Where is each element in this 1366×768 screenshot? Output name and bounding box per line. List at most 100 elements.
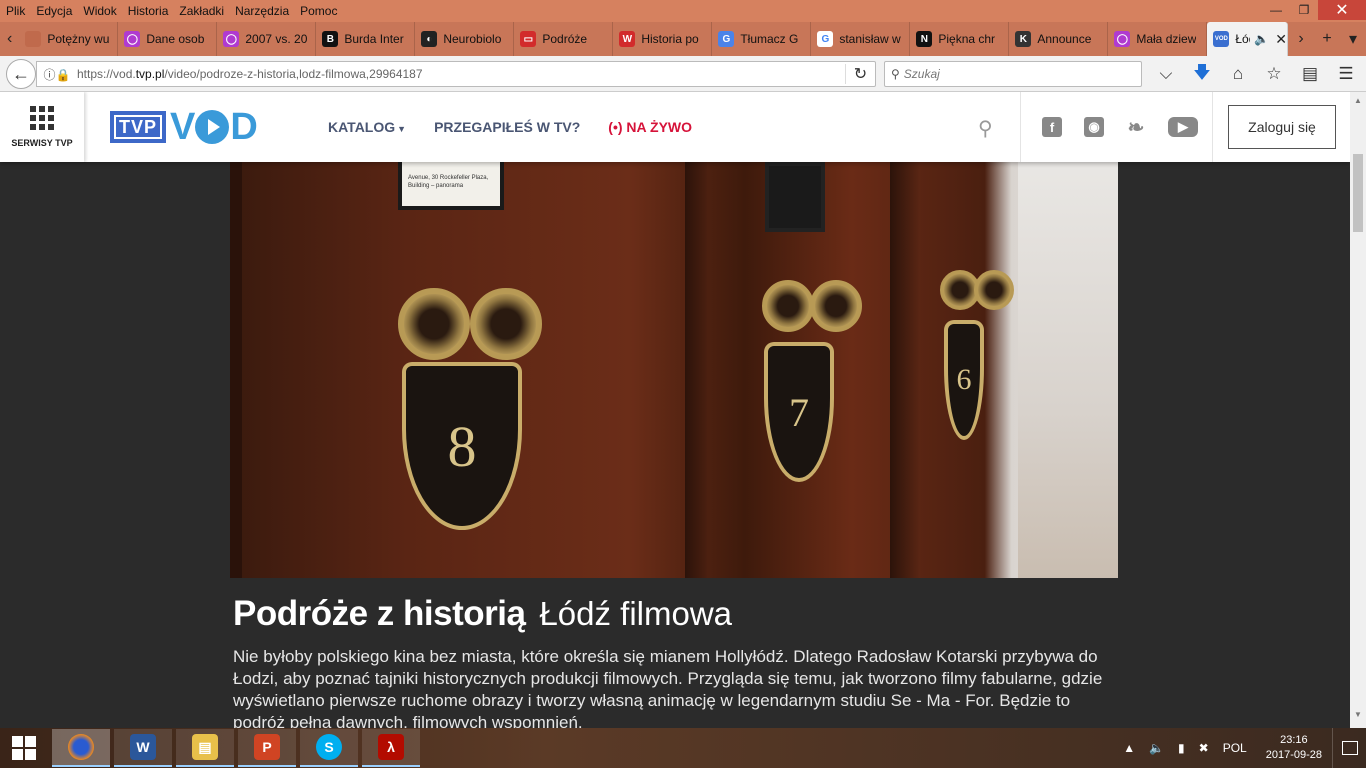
url-bar[interactable]: ⓘ🔒 https://vod.tvp.pl/video/podroze-z-hi…	[36, 61, 876, 87]
close-window-icon[interactable]: ✕	[1318, 0, 1366, 20]
tab-list-dropdown-icon[interactable]: ▾	[1340, 22, 1366, 56]
tab-scroll-left-icon[interactable]: ‹	[0, 22, 19, 56]
menu-edycja[interactable]: Edycja	[30, 4, 77, 18]
tab[interactable]: N Piękna chr	[910, 22, 1010, 56]
tab-title: Piękna chr	[938, 32, 996, 46]
restore-icon[interactable]: ❐	[1290, 0, 1318, 20]
tab-scroll-right-icon[interactable]: ›	[1288, 22, 1314, 56]
hamburger-menu-icon[interactable]: ☰	[1328, 64, 1364, 84]
tab[interactable]: B Burda Inter	[316, 22, 416, 56]
twitter-icon[interactable]: ❧	[1126, 117, 1146, 139]
menu-historia[interactable]: Historia	[122, 4, 174, 18]
chevron-up-icon[interactable]: ▲	[1123, 741, 1135, 755]
home-icon[interactable]: ⌂	[1220, 64, 1256, 84]
tab-favicon-icon: ◯	[223, 31, 240, 47]
peephole-icon	[470, 288, 542, 360]
tab-favicon-icon: N	[916, 31, 933, 47]
tab-title: Łódź	[1235, 32, 1250, 46]
series-title[interactable]: Podróże z historią	[233, 594, 526, 634]
page-scrollbar[interactable]: ▲ ▼	[1350, 92, 1366, 728]
network-icon[interactable]: ✖	[1199, 741, 1209, 755]
bookmark-star-icon[interactable]: ☆	[1256, 64, 1292, 84]
pocket-icon[interactable]: ⌵	[1148, 64, 1184, 84]
site-info-icon[interactable]: ⓘ🔒	[37, 66, 77, 83]
broadcast-icon: (•)	[608, 119, 623, 135]
number-plate: 7	[764, 342, 834, 482]
close-tab-icon[interactable]: ✕	[1275, 31, 1287, 48]
menu-pomoc[interactable]: Pomoc	[294, 4, 342, 18]
reload-icon[interactable]: ↻	[845, 64, 875, 84]
youtube-icon[interactable]: ▶	[1168, 117, 1198, 137]
nav-katalog[interactable]: KATALOG ▼	[328, 119, 406, 135]
tab-favicon-icon: ▭	[520, 31, 537, 47]
taskbar-acrobat[interactable]: λ	[362, 729, 420, 767]
login-button[interactable]: Zaloguj się	[1228, 105, 1336, 149]
scroll-down-icon[interactable]: ▼	[1350, 710, 1366, 724]
nav-przegapiles[interactable]: PRZEGAPIŁEŚ W TV?	[434, 119, 580, 135]
menu-narzedzia[interactable]: Narzędzia	[229, 4, 294, 18]
tvp-vod-logo[interactable]: TVP VD	[110, 105, 258, 148]
peephole-icon	[810, 280, 862, 332]
tab-favicon-icon: K	[1015, 31, 1032, 47]
cabinet-note: Avenue, 30 Rockefeller Plaza, Building –…	[398, 162, 504, 210]
tab[interactable]: Potężny wu	[19, 22, 119, 56]
battery-icon[interactable]: ▮	[1178, 741, 1185, 755]
apps-grid-icon	[30, 106, 54, 130]
bookmarks-library-icon[interactable]: ▤	[1292, 64, 1328, 84]
clock[interactable]: 23:16 2017-09-28	[1266, 733, 1322, 763]
serwisy-tvp-button[interactable]: SERWISY TVP	[0, 92, 84, 162]
scrollbar-thumb[interactable]	[1353, 154, 1363, 232]
tab[interactable]: ◯ 2007 vs. 20	[217, 22, 317, 56]
site-search-icon[interactable]: ⚲	[978, 116, 993, 141]
tab[interactable]: K Announce	[1009, 22, 1109, 56]
facebook-icon[interactable]: f	[1042, 117, 1062, 137]
menu-widok[interactable]: Widok	[77, 4, 121, 18]
tab[interactable]: ▭ Podróże	[514, 22, 614, 56]
vod-logo-icon: VD	[170, 105, 258, 148]
tab[interactable]: ◐ Neurobiolo	[415, 22, 515, 56]
background-wall	[1018, 162, 1118, 578]
tab[interactable]: W Historia po	[613, 22, 713, 56]
tab-favicon-icon: ◯	[1114, 31, 1131, 47]
taskbar-word[interactable]: W	[114, 729, 172, 767]
taskbar-powerpoint[interactable]: P	[238, 729, 296, 767]
tvp-logo: TVP	[110, 111, 167, 143]
cabinet-divider	[890, 162, 920, 578]
back-button[interactable]: ←	[6, 59, 36, 89]
language-indicator[interactable]: POL	[1223, 741, 1247, 755]
url-text[interactable]: https://vod.tvp.pl/video/podroze-z-histo…	[77, 67, 845, 81]
tab[interactable]: ◯ Mała dziew	[1108, 22, 1208, 56]
browser-search-input[interactable]: ⚲ Szukaj	[884, 61, 1142, 87]
taskbar-skype[interactable]: S	[300, 729, 358, 767]
menu-plik[interactable]: Plik	[0, 4, 30, 18]
speaker-icon[interactable]: 🔈	[1254, 32, 1269, 46]
windows-start-icon[interactable]	[0, 728, 48, 768]
tab-favicon-icon: G	[718, 31, 735, 47]
chevron-down-icon: ▼	[397, 124, 407, 134]
instagram-icon[interactable]: ◉	[1084, 117, 1104, 137]
toolbar-icons: ⌵ 🡇 ⌂ ☆ ▤ ☰	[1148, 56, 1364, 92]
download-icon[interactable]: 🡇	[1184, 60, 1220, 89]
episode-hero-image[interactable]: Avenue, 30 Rockefeller Plaza, Building –…	[230, 162, 1118, 578]
tab[interactable]: ◯ Dane osob	[118, 22, 218, 56]
number-plate: 6	[944, 320, 984, 440]
search-placeholder: Szukaj	[903, 67, 940, 81]
tab-strip-actions: › + ▾	[1288, 22, 1366, 56]
menu-bar: Plik Edycja Widok Historia Zakładki Narz…	[0, 0, 342, 22]
tab[interactable]: Gstanisław w	[811, 22, 911, 56]
nav-na-zywo[interactable]: (•) NA ŻYWO	[608, 119, 692, 135]
tab-active[interactable]: VOD Łódź 🔈 ✕	[1207, 22, 1288, 56]
taskbar-explorer[interactable]: ▤	[176, 729, 234, 767]
volume-icon[interactable]: 🔈	[1149, 741, 1164, 755]
minimize-icon[interactable]: —	[1262, 0, 1290, 20]
menu-zakladki[interactable]: Zakładki	[173, 4, 229, 18]
tab[interactable]: G Tłumacz G	[712, 22, 812, 56]
new-tab-icon[interactable]: +	[1314, 22, 1340, 56]
scroll-up-icon[interactable]: ▲	[1350, 96, 1366, 110]
cabinet-divider	[685, 162, 707, 578]
cabinet-window	[765, 162, 825, 232]
tab-title: Tłumacz G	[740, 32, 799, 46]
notifications-icon[interactable]	[1332, 728, 1366, 768]
taskbar-firefox[interactable]	[52, 729, 110, 767]
episode-title: Łódź filmowa	[539, 595, 733, 632]
